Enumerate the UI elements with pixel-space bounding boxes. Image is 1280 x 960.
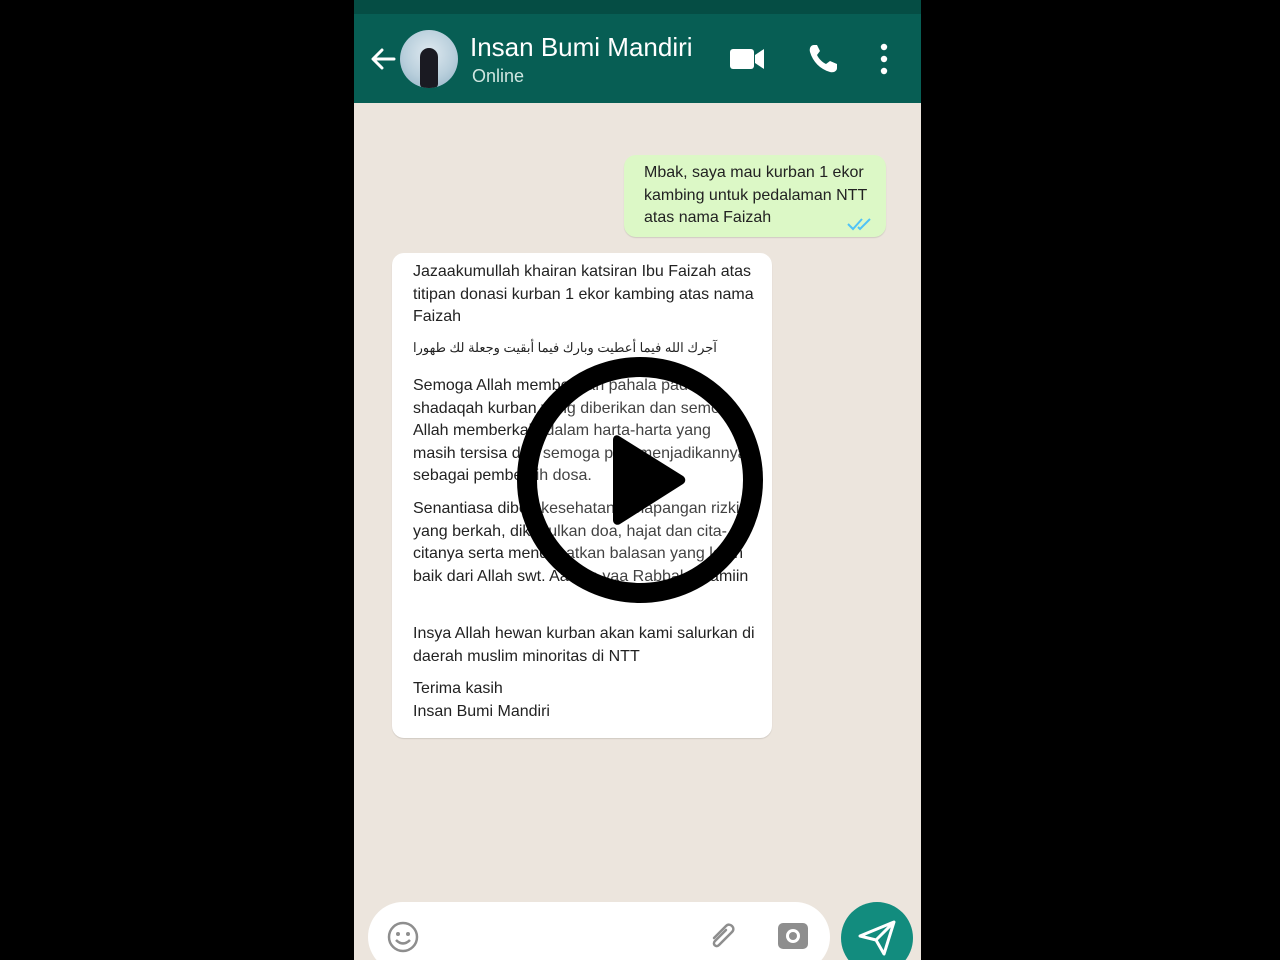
signature-thanks: Terima kasih — [413, 680, 503, 697]
message-composer[interactable] — [368, 902, 830, 960]
contact-status: Online — [472, 66, 525, 86]
read-receipt-icon — [847, 218, 871, 231]
back-arrow-icon[interactable] — [368, 44, 398, 74]
send-icon — [858, 920, 896, 956]
phone-call-icon[interactable] — [806, 42, 840, 76]
attach-icon[interactable] — [706, 920, 742, 956]
play-icon[interactable] — [516, 356, 764, 604]
camera-icon[interactable] — [776, 918, 810, 952]
more-vert-icon[interactable] — [878, 42, 890, 76]
message-paragraph: Jazaakumullah khairan katsiran Ibu Faiza… — [413, 263, 754, 325]
contact-name[interactable]: Insan Bumi Mandiri — [470, 32, 693, 63]
avatar[interactable] — [400, 30, 458, 88]
message-paragraph: Insya Allah hewan kurban akan kami salur… — [413, 625, 755, 665]
message-signature: Terima kasih Insan Bumi Mandiri — [413, 678, 758, 723]
signature-name: Insan Bumi Mandiri — [413, 702, 550, 720]
send-button[interactable] — [841, 902, 913, 960]
video-call-icon[interactable] — [728, 42, 766, 76]
status-bar — [354, 0, 921, 14]
chat-header: Insan Bumi Mandiri Online — [354, 14, 921, 103]
outgoing-message[interactable]: Mbak, saya mau kurban 1 ekor kambing unt… — [624, 155, 886, 237]
emoji-icon[interactable] — [386, 920, 420, 954]
